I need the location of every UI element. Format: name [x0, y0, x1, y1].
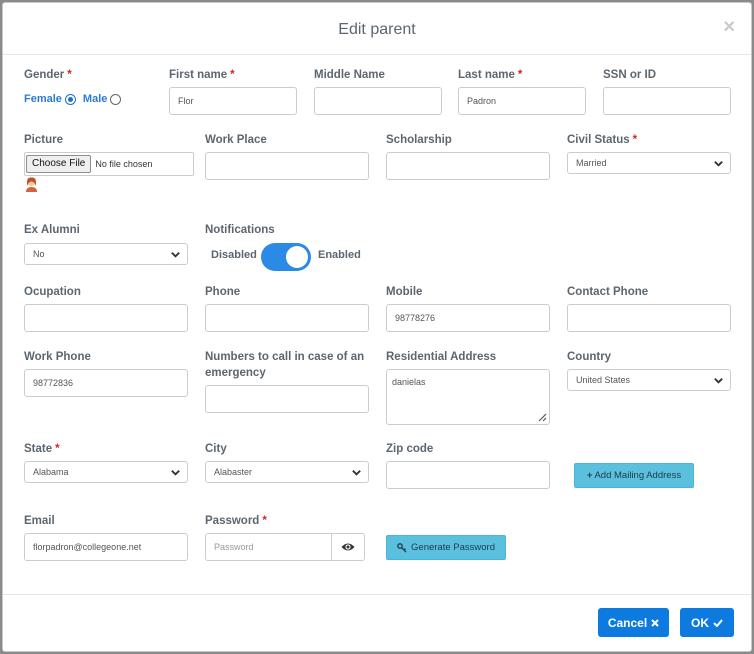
work-place-input[interactable]	[205, 152, 369, 180]
toggle-knob	[286, 246, 308, 268]
notifications-label: Notifications	[205, 224, 275, 236]
female-radio[interactable]	[64, 93, 76, 105]
mobile-input[interactable]: 98778276	[386, 304, 550, 332]
file-status: No file chosen	[95, 159, 153, 169]
last-name-input[interactable]: Padron	[458, 87, 586, 115]
city-label: City	[205, 443, 227, 455]
work-phone-label: Work Phone	[24, 351, 91, 363]
middle-name-label: Middle Name	[314, 69, 385, 81]
occupation-input[interactable]	[24, 304, 188, 332]
state-label: State *	[24, 443, 60, 455]
avatar	[26, 177, 37, 192]
civil-status-select[interactable]: Married	[567, 152, 731, 174]
zip-input[interactable]	[386, 461, 550, 489]
female-label: Female	[24, 93, 62, 105]
residential-address-label: Residential Address	[386, 351, 497, 363]
male-label: Male	[82, 93, 108, 105]
ok-button[interactable]: OK	[680, 608, 734, 637]
modal-header: Edit parent ×	[3, 3, 751, 55]
city-value: Alabaster	[214, 467, 253, 477]
ok-label: OK	[691, 615, 709, 630]
resize-grip-icon[interactable]	[538, 413, 547, 422]
modal-title: Edit parent	[338, 21, 416, 38]
country-label: Country	[567, 351, 612, 363]
ssn-input[interactable]	[603, 87, 731, 115]
chevron-down-icon	[714, 161, 723, 167]
work-phone-input[interactable]: 98772836	[24, 369, 188, 397]
first-name-input[interactable]: Flor	[169, 87, 297, 115]
middle-name-input[interactable]	[314, 87, 442, 115]
picture-file-input[interactable]: Choose File No file chosen	[24, 152, 194, 176]
password-label: Password *	[205, 515, 267, 527]
residential-address-value: danielas	[392, 377, 426, 387]
password-input[interactable]: Password	[205, 533, 332, 561]
check-icon	[713, 618, 723, 627]
emergency-label: Numbers to call in case of an emergency	[205, 351, 365, 379]
country-value: United States	[576, 375, 631, 385]
last-name-label: Last name *	[458, 69, 523, 81]
notifications-enabled-label: Enabled	[318, 249, 361, 261]
chevron-down-icon	[171, 252, 180, 258]
show-password-button[interactable]	[331, 533, 365, 561]
chevron-down-icon	[714, 378, 723, 384]
edit-parent-modal: Edit parent × Gender * Female Male First …	[2, 2, 752, 652]
notifications-disabled-label: Disabled	[211, 249, 257, 261]
modal-footer	[3, 594, 751, 595]
first-name-label: First name *	[169, 69, 235, 81]
generate-password-button[interactable]: Generate Password	[386, 535, 506, 560]
email-label: Email	[24, 515, 55, 527]
add-mailing-address-label: Add Mailing Address	[594, 470, 682, 481]
contact-phone-input[interactable]	[567, 304, 731, 332]
state-value: Alabama	[33, 467, 69, 477]
occupation-label: Ocupation	[24, 286, 81, 298]
notifications-toggle[interactable]	[261, 243, 311, 271]
mobile-label: Mobile	[386, 286, 423, 298]
cancel-label: Cancel	[607, 615, 648, 630]
close-icon[interactable]: ×	[723, 16, 735, 39]
zip-label: Zip code	[386, 443, 434, 455]
eye-icon	[341, 543, 355, 551]
scholarship-label: Scholarship	[386, 134, 452, 146]
phone-label: Phone	[205, 286, 241, 298]
gender-label: Gender *	[24, 69, 72, 81]
generate-password-label: Generate Password	[411, 542, 495, 553]
gender-radio-group: Female Male	[24, 93, 128, 105]
key-icon	[397, 542, 407, 552]
state-select[interactable]: Alabama	[24, 461, 188, 483]
ex-alumni-value: No	[33, 249, 45, 259]
ex-alumni-label: Ex Alumni	[24, 224, 80, 236]
residential-address-textarea[interactable]: danielas	[386, 369, 550, 425]
city-select[interactable]: Alabaster	[205, 461, 369, 483]
civil-status-label: Civil Status *	[567, 134, 638, 146]
contact-phone-label: Contact Phone	[567, 286, 649, 298]
chevron-down-icon	[352, 470, 361, 476]
picture-label: Picture	[24, 134, 63, 146]
ssn-label: SSN or ID	[603, 69, 657, 81]
ex-alumni-select[interactable]: No	[24, 243, 188, 265]
close-icon	[651, 618, 659, 627]
cancel-button[interactable]: Cancel	[598, 608, 669, 637]
add-mailing-address-button[interactable]: + Add Mailing Address	[574, 463, 694, 488]
civil-status-value: Married	[576, 158, 607, 168]
country-select[interactable]: United States	[567, 369, 731, 391]
choose-file-button[interactable]: Choose File	[26, 155, 92, 173]
chevron-down-icon	[171, 470, 180, 476]
plus-icon: +	[586, 470, 593, 481]
phone-input[interactable]	[205, 304, 369, 332]
scholarship-input[interactable]	[386, 152, 550, 180]
email-input[interactable]: florpadron@collegeone.net	[24, 533, 188, 561]
emergency-input[interactable]	[205, 385, 369, 413]
male-radio[interactable]	[110, 93, 122, 105]
work-place-label: Work Place	[205, 134, 267, 146]
